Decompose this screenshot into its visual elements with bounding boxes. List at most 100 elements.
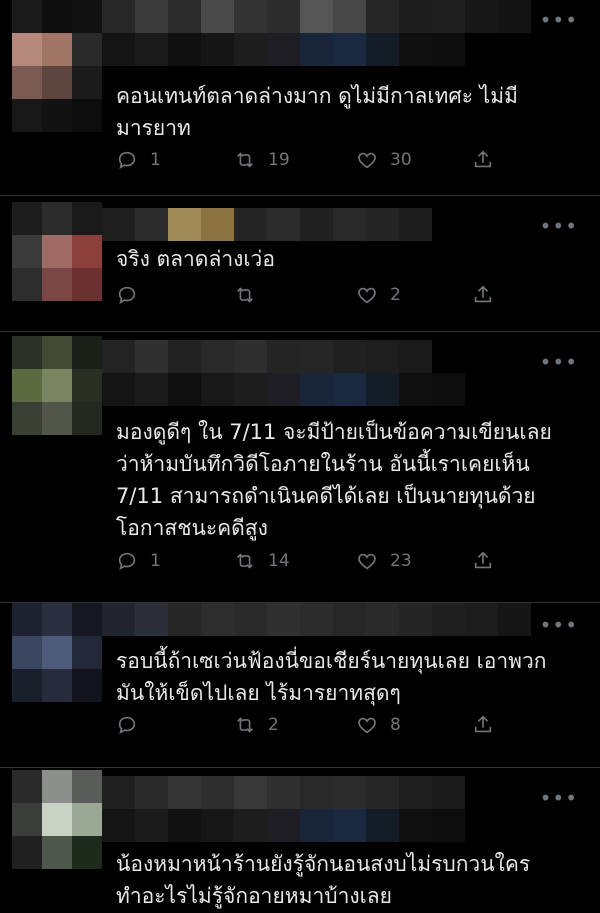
name-pixel — [267, 340, 300, 373]
share-button[interactable] — [472, 284, 494, 306]
name-pixel — [168, 776, 201, 809]
like-count: 8 — [390, 715, 401, 735]
name-pixel — [201, 0, 234, 33]
name-pixel — [333, 603, 366, 636]
name-pixel — [333, 809, 366, 842]
like-button[interactable]: 2 — [356, 284, 401, 306]
name-pixel — [300, 776, 333, 809]
avatar-pixel — [72, 99, 102, 132]
name-pixel — [234, 33, 267, 66]
reply-tweet-3[interactable]: ••• มองดูดีๆ ใน 7/11 จะมีป้ายเป็นข้อความ… — [0, 332, 600, 603]
avatar-pixel — [72, 669, 102, 702]
name-pixel — [333, 373, 366, 406]
name-pixel — [399, 373, 432, 406]
name-pixel — [234, 603, 267, 636]
avatar[interactable] — [12, 336, 102, 435]
avatar-pixel — [42, 669, 72, 702]
name-pixel — [399, 340, 432, 373]
retweet-button[interactable]: 19 — [234, 149, 290, 171]
avatar-pixel — [12, 33, 42, 66]
name-pixel — [135, 208, 168, 241]
avatar-pixel — [72, 803, 102, 836]
action-bar: 2 — [116, 284, 496, 310]
retweet-button[interactable]: 2 — [234, 714, 279, 736]
avatar[interactable] — [12, 0, 102, 132]
share-button[interactable] — [472, 714, 494, 736]
name-pixel — [333, 33, 366, 66]
reply-button[interactable] — [116, 284, 150, 306]
name-pixel — [102, 33, 135, 66]
avatar-pixel — [42, 0, 72, 33]
avatar-pixel — [12, 369, 42, 402]
reply-tweet-1[interactable]: ••• คอนเทนท์ตลาดล่างมาก ดูไม่มีกาลเทศะ ไ… — [0, 0, 600, 196]
more-options-icon[interactable]: ••• — [540, 613, 578, 637]
avatar-pixel — [12, 603, 42, 636]
action-bar: 2 8 — [116, 714, 496, 740]
reply-tweet-4[interactable]: ••• รอบนี้ถ้าเซเว่นฟ้องนี่ขอเชียร์นายทุน… — [0, 603, 600, 768]
author-handle — [102, 33, 465, 66]
name-pixel — [432, 776, 465, 809]
name-pixel — [432, 809, 465, 842]
reply-button[interactable] — [116, 714, 150, 736]
name-pixel — [168, 603, 201, 636]
name-pixel — [366, 603, 399, 636]
share-icon — [474, 715, 492, 733]
like-button[interactable]: 8 — [356, 714, 401, 736]
name-pixel — [267, 33, 300, 66]
share-button[interactable] — [472, 149, 494, 171]
author-header[interactable] — [102, 603, 531, 636]
reply-tweet-2[interactable]: ••• จริง ตลาดล่างเว่อ 2 — [0, 196, 600, 332]
author-handle — [102, 373, 465, 406]
avatar[interactable] — [12, 202, 102, 301]
more-options-icon[interactable]: ••• — [540, 786, 578, 810]
more-options-icon[interactable]: ••• — [540, 214, 578, 238]
name-pixel — [300, 0, 333, 33]
name-pixel — [300, 809, 333, 842]
name-pixel — [333, 208, 366, 241]
name-pixel — [135, 340, 168, 373]
avatar-pixel — [42, 235, 72, 268]
name-pixel — [168, 208, 201, 241]
author-header[interactable] — [102, 208, 432, 241]
reply-button[interactable]: 1 — [116, 550, 161, 572]
name-pixel — [234, 776, 267, 809]
name-pixel — [366, 776, 399, 809]
name-pixel — [399, 33, 432, 66]
author-header[interactable] — [102, 776, 465, 809]
name-pixel — [399, 603, 432, 636]
name-pixel — [399, 0, 432, 33]
share-button[interactable] — [472, 550, 494, 572]
name-pixel — [300, 373, 333, 406]
name-pixel — [267, 776, 300, 809]
avatar-pixel — [42, 202, 72, 235]
avatar[interactable] — [12, 603, 102, 702]
like-button[interactable]: 23 — [356, 550, 412, 572]
more-options-icon[interactable]: ••• — [540, 350, 578, 374]
name-pixel — [201, 340, 234, 373]
avatar-pixel — [72, 268, 102, 301]
name-pixel — [267, 809, 300, 842]
retweet-button[interactable] — [234, 284, 268, 306]
name-pixel — [300, 33, 333, 66]
action-bar: 1 14 23 — [116, 550, 496, 576]
more-options-icon[interactable]: ••• — [540, 8, 578, 32]
retweet-button[interactable]: 14 — [234, 550, 290, 572]
name-pixel — [267, 0, 300, 33]
retweet-icon — [237, 553, 253, 569]
heart-icon — [358, 287, 376, 304]
retweet-count: 14 — [268, 551, 290, 571]
avatar-pixel — [72, 369, 102, 402]
name-pixel — [102, 340, 135, 373]
like-button[interactable]: 30 — [356, 149, 412, 171]
avatar-pixel — [42, 66, 72, 99]
reply-tweet-5[interactable]: ••• น้องหมาหน้าร้านยังรู้จักนอนสงบไม่รบก… — [0, 768, 600, 913]
reply-button[interactable]: 1 — [116, 149, 161, 171]
tweet-text: น้องหมาหน้าร้านยังรู้จักนอนสงบไม่รบกวนใค… — [116, 852, 531, 908]
avatar-pixel — [12, 99, 42, 132]
tweet-text: มองดูดีๆ ใน 7/11 จะมีป้ายเป็นข้อความเขีย… — [116, 420, 552, 540]
author-header[interactable] — [102, 340, 432, 373]
name-pixel — [234, 809, 267, 842]
author-header[interactable] — [102, 0, 531, 33]
avatar[interactable] — [12, 770, 102, 869]
name-pixel — [333, 0, 366, 33]
